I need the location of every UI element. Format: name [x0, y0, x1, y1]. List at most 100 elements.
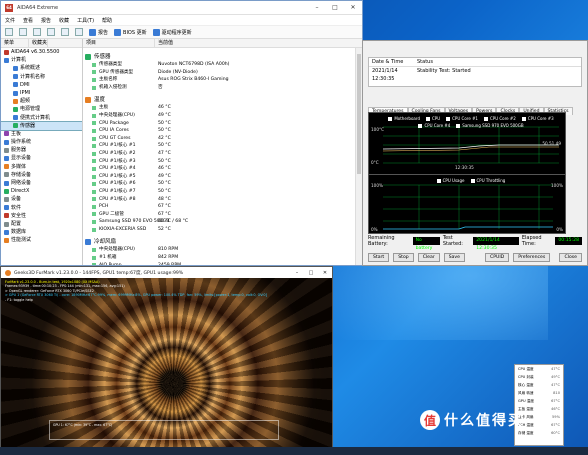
furmark-maximize-icon[interactable]: □ — [304, 270, 318, 276]
table-row[interactable]: GPU 传感器类型 Diode (NV-Diode) — [83, 69, 354, 77]
table-row[interactable]: CPU #1/核心 #6 50 °C — [83, 180, 354, 188]
close-button[interactable]: Close — [559, 253, 582, 262]
legend-item[interactable]: CPU Throttling — [470, 178, 505, 183]
table-row[interactable]: CPU #1/核心 #5 49 °C — [83, 173, 354, 181]
aida64-window[interactable]: 64 AIDA64 Extreme – □ ✕ 文件 查看 报告 收藏 工具(T… — [0, 0, 363, 266]
sidebar-item[interactable]: 传感器 — [1, 120, 82, 131]
close-icon[interactable]: ✕ — [344, 1, 362, 14]
sidebar-item[interactable]: 网络设备 — [1, 179, 82, 187]
menu-help[interactable]: 帮助 — [102, 17, 112, 24]
sidebar-item[interactable]: AIDA64 v6.30.5500 — [1, 48, 82, 56]
sidebar-item[interactable]: 主板 — [1, 130, 82, 138]
stability-test-window[interactable]: Date & Time Status 2021/1/14 12:30:35 St… — [362, 40, 588, 266]
menu-file[interactable]: 文件 — [5, 17, 15, 24]
sidebar-item[interactable]: 操作系统 — [1, 138, 82, 146]
sidebar-item[interactable]: 计算机 — [1, 56, 82, 64]
checkbox-icon[interactable] — [456, 123, 461, 128]
checkbox-icon[interactable] — [426, 116, 430, 121]
sidebar-item[interactable]: 性能测试 — [1, 236, 82, 244]
table-row[interactable]: CPU Package 50 °C — [83, 120, 354, 128]
cpuid-button[interactable]: CPUID — [484, 253, 510, 262]
sidebar-item[interactable]: 系统概述 — [1, 64, 82, 72]
table-row[interactable]: 中央处理器(CPU) 49 °C — [83, 112, 354, 120]
menu-view[interactable]: 查看 — [23, 17, 33, 24]
sidebar-item[interactable]: 存储设备 — [1, 171, 82, 179]
legend-item[interactable]: CPU Core #4 — [418, 123, 450, 128]
table-row[interactable]: CPU GT Cores 42 °C — [83, 135, 354, 143]
bios-update-button[interactable]: BIOS 更新 — [114, 28, 147, 36]
table-row[interactable]: CPU #1/核心 #4 46 °C — [83, 165, 354, 173]
sidebar-item[interactable]: 多媒体 — [1, 163, 82, 171]
checkbox-icon[interactable] — [436, 178, 441, 183]
legend-item[interactable]: CPU — [426, 116, 440, 121]
sidebar-item[interactable]: DirectX — [1, 187, 82, 195]
sidebar-item[interactable]: 超频 — [1, 97, 82, 105]
legend-item[interactable]: CPU Usage — [436, 178, 465, 183]
checkbox-icon[interactable] — [483, 116, 488, 121]
save-button[interactable]: Save — [443, 253, 465, 262]
sidebar-item[interactable]: 显示设备 — [1, 154, 82, 162]
furmark-window[interactable]: Geeks3D FurMark v1.23.0.0 - 144FPS, GPU1… — [0, 266, 333, 455]
table-row[interactable]: 主板名称 Asus ROG Strix B460-I Gaming — [83, 76, 354, 84]
sidebar-item[interactable]: 软件 — [1, 204, 82, 212]
table-row[interactable]: Samsung SSD 970 EVO 500GB 60 °C / 68 °C — [83, 218, 354, 226]
checkbox-icon[interactable] — [470, 178, 475, 183]
sidebar-item[interactable]: 安全性 — [1, 212, 82, 220]
furmark-minimize-icon[interactable]: – — [290, 270, 304, 276]
aida64-titlebar[interactable]: 64 AIDA64 Extreme – □ ✕ — [1, 1, 362, 15]
sidebar-item[interactable]: 便携式计算机 — [1, 114, 82, 122]
menu-tools[interactable]: 工具(T) — [77, 17, 94, 24]
sidebar-item[interactable]: 设备 — [1, 195, 82, 203]
table-row[interactable]: GPU 二极管 67 °C — [83, 211, 354, 219]
vertical-scrollbar[interactable] — [355, 48, 362, 265]
table-row[interactable]: CPU IA Cores 50 °C — [83, 127, 354, 135]
legend-item[interactable]: Motherboard — [388, 116, 420, 121]
sidebar-item[interactable]: 数据库 — [1, 228, 82, 236]
table-row[interactable]: CPU #1/核心 #1 50 °C — [83, 142, 354, 150]
user-icon[interactable] — [61, 28, 69, 36]
table-row[interactable]: CPU #1/核心 #8 48 °C — [83, 196, 354, 204]
sidebar-item[interactable]: IPMI — [1, 89, 82, 97]
table-row[interactable]: PCH 67 °C — [83, 203, 354, 211]
table-row[interactable]: KIOXIA-EXCERIA SSD 52 °C — [83, 226, 354, 234]
checkbox-icon[interactable] — [388, 116, 393, 121]
sidebar-item[interactable]: 电源管理 — [1, 105, 82, 113]
furmark-titlebar[interactable]: Geeks3D FurMark v1.23.0.0 - 144FPS, GPU1… — [1, 267, 332, 278]
table-row[interactable]: CPU #1/核心 #7 50 °C — [83, 188, 354, 196]
start-button[interactable]: Start — [368, 253, 390, 262]
column-header-item[interactable]: 项目 — [83, 39, 155, 47]
chart-icon[interactable] — [75, 28, 83, 36]
menu-favorites[interactable]: 收藏 — [59, 17, 69, 24]
legend-item[interactable]: CPU Core #1 — [446, 116, 478, 121]
tab-favorites[interactable]: 收藏夹 — [29, 39, 49, 47]
tab-menu[interactable]: 菜单 — [1, 39, 29, 47]
driver-update-button[interactable]: 驱动程序更新 — [152, 28, 192, 36]
legend-item[interactable]: CPU Core #2 — [483, 116, 516, 121]
legend-item[interactable]: Samsung SSD 970 EVO 500GB — [456, 123, 524, 128]
table-row[interactable]: CPU #1/核心 #2 47 °C — [83, 150, 354, 158]
minimize-icon[interactable]: – — [308, 1, 326, 14]
table-row[interactable]: 中央处理器(CPU) 810 RPM — [83, 246, 354, 254]
sidebar-item[interactable]: DMI — [1, 81, 82, 89]
table-row[interactable]: 传感器类型 Nuvoton NCT6798D (ISA A00h) — [83, 61, 354, 69]
back-icon[interactable] — [5, 28, 13, 36]
checkbox-icon[interactable] — [418, 123, 423, 128]
refresh-icon[interactable] — [47, 28, 55, 36]
column-header-value[interactable]: 当前值 — [155, 39, 173, 47]
checkbox-icon[interactable] — [521, 116, 526, 121]
sidebar-item[interactable]: 配置 — [1, 220, 82, 228]
clear-button[interactable]: Clear — [417, 253, 440, 262]
sidebar-item[interactable]: 服务器 — [1, 146, 82, 154]
preferences-button[interactable]: Preferences — [513, 253, 551, 262]
forward-icon[interactable] — [19, 28, 27, 36]
table-row[interactable]: AIO Pump 2459 RPM — [83, 262, 354, 265]
table-row[interactable]: 机箱入侵检测 否 — [83, 84, 354, 92]
stop-button[interactable]: Stop — [393, 253, 414, 262]
checkbox-icon[interactable] — [446, 116, 451, 121]
sidebar-item[interactable]: 计算机名称 — [1, 73, 82, 81]
table-row[interactable]: 主板 46 °C — [83, 104, 354, 112]
maximize-icon[interactable]: □ — [326, 1, 344, 14]
legend-item[interactable]: CPU Core #3 — [521, 116, 554, 121]
table-row[interactable]: CPU #1/核心 #3 50 °C — [83, 158, 354, 166]
scrollbar-thumb[interactable] — [357, 54, 361, 174]
